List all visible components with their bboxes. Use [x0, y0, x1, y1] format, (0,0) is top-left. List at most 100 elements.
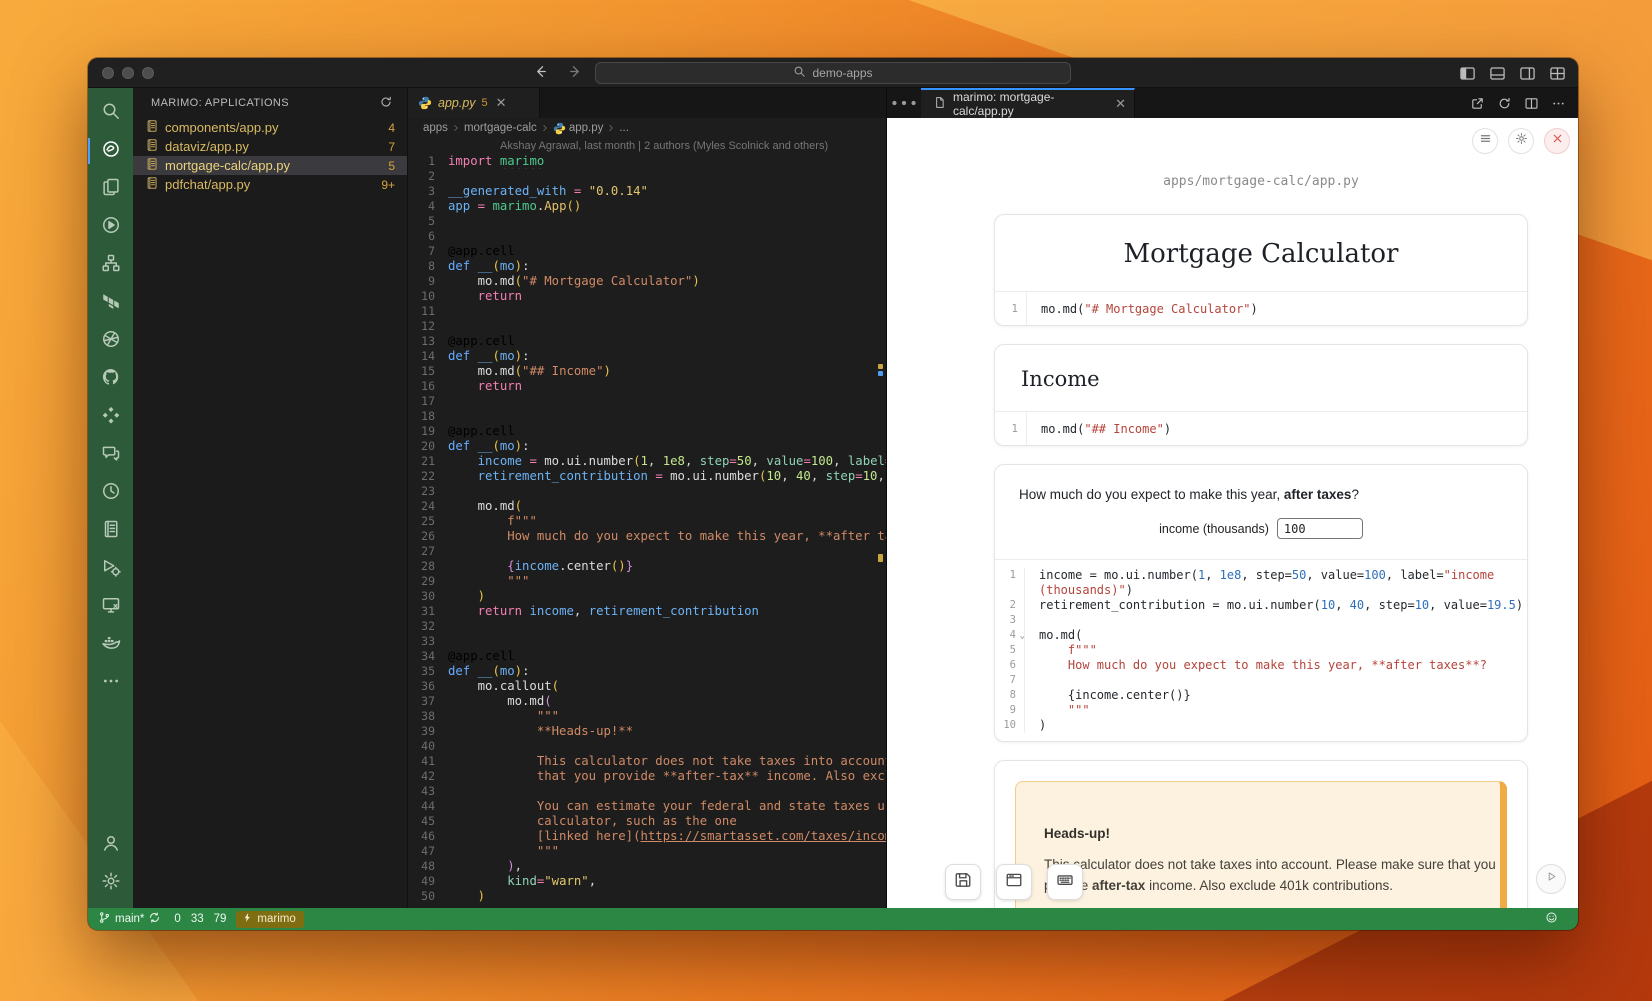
marimo-status-badge[interactable]: marimo	[236, 911, 303, 928]
code-line: 1import marimo	[408, 154, 886, 169]
code-line: 25 f"""	[408, 514, 886, 529]
activity-item-timer[interactable]	[88, 474, 133, 512]
code-line: 28 {income.center()}	[408, 559, 886, 574]
activity-item-terraform[interactable]	[88, 284, 133, 322]
tab-overflow-icon[interactable]	[887, 88, 921, 118]
cell-code-content: """	[1025, 703, 1527, 718]
split-editor-icon[interactable]	[1524, 96, 1539, 111]
toggle-secondary-sidebar-icon[interactable]	[1519, 65, 1536, 82]
activity-item-comments[interactable]	[88, 436, 133, 474]
tab-marimo-preview[interactable]: marimo: mortgage-calc/app.py ✕	[921, 88, 1135, 118]
code-token: )	[448, 859, 515, 873]
notebook-cells: Mortgage Calculator1mo.md("# Mortgage Ca…	[994, 214, 1528, 908]
feedback-smiley-item[interactable]	[1545, 911, 1558, 927]
activity-item-search[interactable]	[88, 94, 133, 132]
file-row[interactable]: components/app.py4	[133, 118, 407, 137]
keyboard-shortcuts-button[interactable]	[1047, 864, 1083, 900]
open-window-button[interactable]	[996, 864, 1032, 900]
line-number: 41	[408, 754, 448, 769]
problems-item[interactable]: 0 33 79	[171, 913, 226, 925]
code-token: "0.0.14"	[589, 184, 648, 198]
zoom-window-button[interactable]	[142, 67, 154, 79]
minimize-window-button[interactable]	[122, 67, 134, 79]
code-editor[interactable]: Akshay Agrawal, last month | 2 authors (…	[408, 138, 886, 908]
line-number: 46	[408, 829, 448, 844]
forward-icon[interactable]	[566, 63, 583, 85]
back-icon[interactable]	[533, 63, 550, 85]
fold-chevron-icon[interactable]: ⌄	[1020, 629, 1025, 644]
cell-count-badge: 4	[388, 121, 395, 135]
toggle-primary-sidebar-icon[interactable]	[1459, 65, 1476, 82]
code-line: 32	[408, 619, 886, 634]
activity-item-run-preview[interactable]	[88, 208, 133, 246]
code-token: @app.cell	[448, 244, 515, 258]
breadcrumb-item[interactable]: apps	[423, 122, 448, 134]
activity-item-account[interactable]	[88, 826, 133, 864]
search-icon	[793, 65, 806, 81]
settings-button[interactable]	[1508, 128, 1534, 154]
activity-item-test-explorer[interactable]	[88, 550, 133, 588]
close-tab-icon[interactable]: ✕	[496, 95, 507, 111]
code-token: ,	[574, 604, 589, 618]
sphere-icon	[101, 329, 121, 354]
branch-icon	[98, 911, 111, 927]
code-token: This calculator does not take taxes into…	[448, 754, 886, 768]
activity-item-marimo[interactable]	[88, 132, 133, 170]
code-token: , step=	[1241, 568, 1292, 582]
cell-code: 1income = mo.ui.number(1, 1e8, step=50, …	[995, 559, 1527, 741]
activity-item-diamonds[interactable]	[88, 398, 133, 436]
chevron-right-icon	[451, 123, 461, 133]
breadcrumb-item[interactable]: mortgage-calc	[464, 122, 537, 134]
code-token: , value=	[1306, 568, 1364, 582]
editor-actions	[1470, 88, 1566, 118]
line-number: 15	[408, 364, 448, 379]
refresh-icon[interactable]	[1497, 96, 1512, 111]
save-button[interactable]	[945, 864, 981, 900]
open-external-icon[interactable]	[1470, 96, 1485, 111]
cell-code-content: income = mo.ui.number(1, 1e8, step=50, v…	[1025, 568, 1527, 598]
cell-line-number: 2	[995, 598, 1025, 613]
line-number: 7	[408, 244, 448, 259]
activity-item-remote-monitor[interactable]	[88, 588, 133, 626]
close-tab-icon[interactable]: ✕	[1115, 96, 1126, 112]
file-row[interactable]: mortgage-calc/app.py5	[133, 156, 407, 175]
code-line: 15 mo.md("## Income")	[408, 364, 886, 379]
activity-item-sphere[interactable]	[88, 322, 133, 360]
refresh-icon[interactable]	[379, 95, 393, 112]
file-row[interactable]: dataviz/app.py7	[133, 137, 407, 156]
cell-code-content: )	[1025, 718, 1527, 733]
code-token: __	[478, 259, 493, 273]
close-window-button[interactable]	[102, 67, 114, 79]
code-line: 23	[408, 484, 886, 499]
activity-item-files[interactable]	[88, 170, 133, 208]
customize-layout-icon[interactable]	[1549, 65, 1566, 82]
breadcrumb-item[interactable]: ...	[619, 122, 629, 134]
activity-item-more[interactable]	[88, 664, 133, 702]
code-token: :	[522, 664, 529, 678]
code-token: ,	[515, 859, 522, 873]
marimo-icon	[101, 139, 121, 164]
activity-item-docker[interactable]	[88, 626, 133, 664]
activity-item-settings[interactable]	[88, 864, 133, 902]
more-actions-icon[interactable]	[1551, 96, 1566, 111]
command-center-search[interactable]: demo-apps	[595, 62, 1071, 84]
menu-button[interactable]	[1472, 128, 1498, 154]
activity-item-components[interactable]	[88, 246, 133, 284]
code-token: ,	[752, 454, 767, 468]
activity-item-notebook[interactable]	[88, 512, 133, 550]
tab-label: app.py	[438, 96, 476, 110]
code-line: 42 that you provide **after-tax** income…	[408, 769, 886, 784]
run-cell-button[interactable]	[1536, 864, 1566, 894]
toggle-panel-icon[interactable]	[1489, 65, 1506, 82]
line-number: 38	[408, 709, 448, 724]
income-number-input[interactable]	[1277, 518, 1363, 539]
breadcrumb-item[interactable]: app.py	[569, 122, 604, 134]
code-token	[448, 874, 507, 888]
activity-item-github[interactable]	[88, 360, 133, 398]
file-row[interactable]: pdfchat/app.py9+	[133, 175, 407, 194]
shutdown-button[interactable]	[1544, 128, 1570, 154]
git-branch-item[interactable]: main*	[98, 911, 161, 927]
tab-app-py[interactable]: app.py 5 ✕	[408, 88, 540, 118]
code-token	[663, 469, 670, 483]
code-token: that you provide **after-tax** income. A…	[448, 769, 886, 783]
